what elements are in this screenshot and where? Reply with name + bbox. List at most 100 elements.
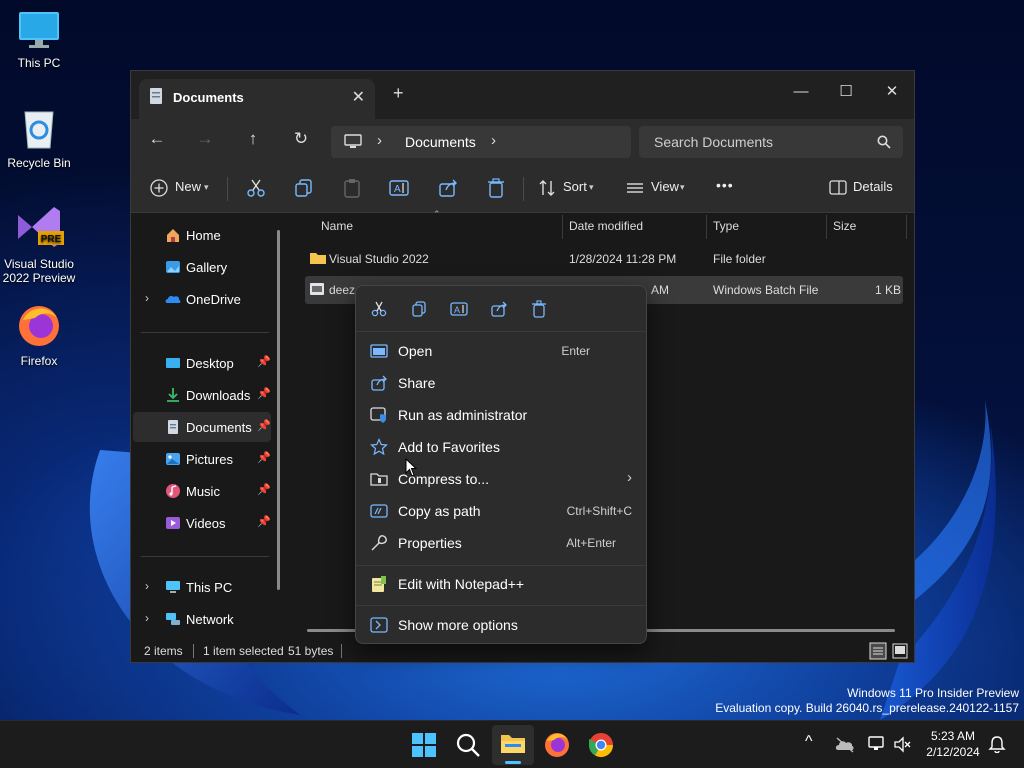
menu-item-properties[interactable]: Properties Alt+Enter xyxy=(360,528,642,558)
sidebar-item-videos[interactable]: Videos 📌 xyxy=(133,508,271,538)
back-button[interactable]: ← xyxy=(145,129,169,149)
cut-icon[interactable] xyxy=(370,300,388,318)
sidebar-item-home[interactable]: Home xyxy=(133,220,271,250)
up-button[interactable]: ↑ xyxy=(241,129,265,149)
forward-button[interactable]: → xyxy=(193,129,217,149)
column-divider[interactable] xyxy=(906,215,907,239)
sidebar-item-label: Videos xyxy=(186,516,226,531)
view-icon[interactable] xyxy=(625,178,647,200)
copy-icon[interactable] xyxy=(410,300,428,318)
menu-item-shortcut: Alt+Enter xyxy=(566,536,616,550)
rename-icon[interactable]: A xyxy=(450,300,468,318)
sidebar-item-downloads[interactable]: Downloads 📌 xyxy=(133,380,271,410)
sidebar-item-documents[interactable]: Documents 📌 xyxy=(133,412,271,442)
column-header-type[interactable]: Type xyxy=(713,219,739,233)
view-dropdown-chevron-icon[interactable]: ▾ xyxy=(680,182,685,193)
delete-icon[interactable] xyxy=(485,177,507,199)
paste-icon[interactable] xyxy=(341,177,363,199)
menu-item-show-more-options[interactable]: Show more options xyxy=(360,610,642,640)
new-plus-icon[interactable] xyxy=(149,178,171,200)
view-button[interactable]: View xyxy=(651,179,679,194)
sidebar-item-network[interactable]: › Network xyxy=(133,604,271,634)
new-tab-button[interactable]: + xyxy=(393,83,404,104)
share-icon[interactable] xyxy=(437,177,459,199)
rename-icon[interactable]: A xyxy=(388,177,410,199)
onedrive-offline-icon[interactable] xyxy=(835,736,855,754)
cut-icon[interactable] xyxy=(245,177,267,199)
wrench-icon xyxy=(371,535,387,551)
desktop-icon-recycle-bin[interactable]: Recycle Bin xyxy=(0,106,78,170)
menu-item-share[interactable]: Share xyxy=(360,368,642,398)
firefox-icon[interactable] xyxy=(541,729,573,761)
sidebar-item-label: Downloads xyxy=(186,388,251,403)
new-dropdown-chevron-icon[interactable]: ▾ xyxy=(204,182,209,193)
column-divider[interactable] xyxy=(826,215,827,239)
tab-documents[interactable]: Documents ✕ xyxy=(139,79,375,119)
desktop-icon-firefox[interactable]: Firefox xyxy=(0,302,78,368)
large-icons-view-icon[interactable] xyxy=(891,642,909,660)
menu-item-edit-with-notepadpp[interactable]: Edit with Notepad++ xyxy=(360,569,642,599)
sidebar-item-music[interactable]: Music 📌 xyxy=(133,476,271,506)
minimize-button[interactable]: — xyxy=(778,77,824,107)
details-pane-icon[interactable] xyxy=(829,179,851,201)
clock-date[interactable]: 2/12/2024 xyxy=(922,745,984,759)
sidebar-item-desktop[interactable]: Desktop 📌 xyxy=(133,348,271,378)
more-options-button[interactable]: ••• xyxy=(716,177,734,193)
new-button[interactable]: New xyxy=(175,179,201,194)
menu-item-label: Properties xyxy=(398,535,462,551)
column-header-date-modified[interactable]: Date modified xyxy=(569,219,643,233)
visual-studio-icon: PRE xyxy=(18,207,64,247)
menu-item-compress-to[interactable]: Compress to... › xyxy=(360,464,642,494)
column-divider[interactable] xyxy=(706,215,707,239)
sidebar-scrollbar[interactable] xyxy=(277,230,280,590)
taskbar-file-explorer[interactable] xyxy=(492,725,534,765)
show-hidden-icons-chevron-icon[interactable]: ^ xyxy=(805,733,813,751)
details-button[interactable]: Details xyxy=(853,179,893,194)
sidebar-item-onedrive[interactable]: › OneDrive xyxy=(133,284,271,314)
search-icon[interactable] xyxy=(452,729,484,761)
menu-item-open[interactable]: Open Enter xyxy=(360,336,642,366)
desktop-icon-visual-studio[interactable]: PRE Visual Studio 2022 Preview xyxy=(0,203,78,285)
notification-bell-icon[interactable] xyxy=(988,735,1006,755)
breadcrumb-documents[interactable]: Documents xyxy=(405,134,476,150)
sort-button[interactable]: Sort xyxy=(563,179,587,194)
sidebar-item-gallery[interactable]: Gallery xyxy=(133,252,271,282)
file-size: 1 KB xyxy=(875,283,902,297)
chrome-icon[interactable] xyxy=(585,729,617,761)
column-header-name[interactable]: Name xyxy=(321,219,353,233)
column-divider[interactable] xyxy=(562,215,563,239)
share-icon[interactable] xyxy=(490,300,508,318)
menu-item-add-to-favorites[interactable]: Add to Favorites xyxy=(360,432,642,462)
delete-icon[interactable] xyxy=(530,300,548,318)
volume-muted-icon[interactable] xyxy=(893,736,911,754)
expand-chevron-icon[interactable]: › xyxy=(145,579,149,593)
menu-item-run-as-administrator[interactable]: Run as administrator xyxy=(360,400,642,430)
expand-chevron-icon[interactable]: › xyxy=(145,291,149,305)
clock-time[interactable]: 5:23 AM xyxy=(922,729,984,743)
active-app-indicator xyxy=(505,761,521,764)
maximize-button[interactable]: ☐ xyxy=(823,77,869,107)
file-row[interactable]: Visual Studio 2022 1/28/2024 11:28 PM Fi… xyxy=(305,245,903,273)
breadcrumb-chevron[interactable]: › xyxy=(491,132,496,149)
menu-item-copy-as-path[interactable]: Copy as path Ctrl+Shift+C xyxy=(360,496,642,526)
toolbar-divider xyxy=(523,177,524,201)
network-status-icon[interactable] xyxy=(867,735,887,753)
sidebar-item-this-pc[interactable]: › This PC xyxy=(133,572,271,602)
search-box[interactable]: Search Documents xyxy=(639,126,903,158)
desktop-icon-this-pc[interactable]: This PC xyxy=(0,10,78,70)
sidebar-item-pictures[interactable]: Pictures 📌 xyxy=(133,444,271,474)
pin-icon: 📌 xyxy=(257,420,271,432)
expand-chevron-icon[interactable]: › xyxy=(145,611,149,625)
refresh-button[interactable]: ↻ xyxy=(289,129,313,149)
column-header-size[interactable]: Size xyxy=(833,219,856,233)
evaluation-watermark-line1: Windows 11 Pro Insider Preview xyxy=(847,686,1019,700)
address-bar[interactable]: › Documents › xyxy=(331,126,631,158)
sort-icon[interactable] xyxy=(537,178,559,200)
start-windows-icon[interactable] xyxy=(408,729,440,761)
details-view-icon[interactable] xyxy=(869,642,887,660)
sort-dropdown-chevron-icon[interactable]: ▾ xyxy=(589,182,594,193)
copy-icon[interactable] xyxy=(293,177,315,199)
close-button[interactable]: ✕ xyxy=(869,77,915,107)
tab-close-icon[interactable]: ✕ xyxy=(352,87,365,107)
pin-icon: 📌 xyxy=(257,484,271,496)
